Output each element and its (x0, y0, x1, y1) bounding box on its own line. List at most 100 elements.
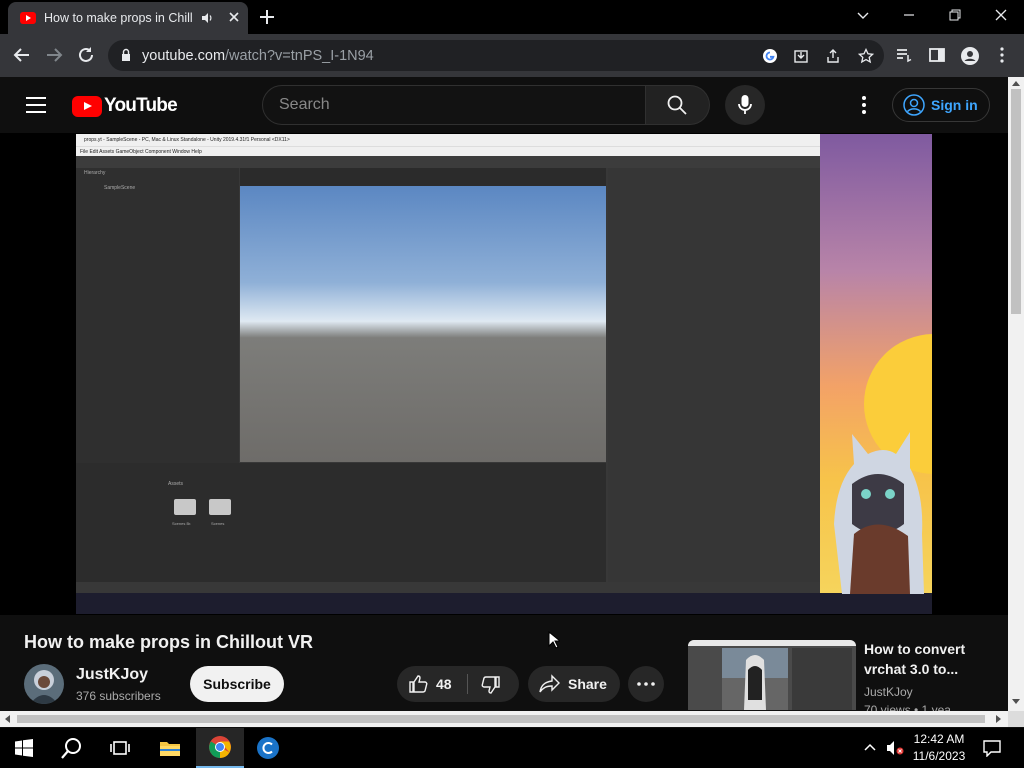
logo-text: YouTube (104, 95, 178, 116)
hamburger-menu-icon[interactable] (26, 96, 46, 114)
like-button[interactable]: 48 (397, 666, 467, 702)
vertical-scroll-thumb[interactable] (1011, 89, 1021, 314)
scene-item: SampleScene (104, 185, 136, 191)
reload-icon[interactable] (77, 46, 95, 64)
dislike-button[interactable] (468, 666, 519, 702)
forward-arrow-icon[interactable] (45, 46, 63, 64)
assets-label: Assets (168, 481, 184, 487)
file-explorer-button[interactable] (146, 728, 194, 768)
folder-label: Scenes Br. (172, 521, 192, 526)
back-arrow-icon[interactable] (13, 46, 31, 64)
side-panel-icon[interactable] (928, 46, 946, 64)
more-actions-button[interactable] (628, 666, 664, 702)
google-lens-icon[interactable] (762, 48, 778, 64)
scroll-up-icon[interactable] (1012, 80, 1020, 86)
horizontal-scroll-thumb[interactable] (17, 715, 985, 723)
volume-muted-icon[interactable] (886, 740, 904, 756)
voice-search-button[interactable] (725, 85, 765, 125)
vtuber-avatar-graphic (834, 432, 924, 594)
subscribe-button[interactable]: Subscribe (190, 666, 284, 702)
taskbar-clock[interactable]: 12:42 AM 11/6/2023 (908, 731, 970, 765)
channel-name[interactable]: JustKJoy (76, 666, 148, 684)
close-window-icon[interactable] (994, 8, 1008, 22)
speaker-icon[interactable] (200, 11, 214, 25)
browser-tab-strip: How to make props in Chillout VR (0, 0, 1024, 34)
recommended-channel: JustKJoy (864, 685, 913, 699)
task-view-icon (110, 741, 130, 755)
search-input[interactable]: Search (262, 85, 646, 125)
chrome-menu-icon[interactable] (996, 46, 1008, 64)
vertical-scrollbar[interactable] (1008, 77, 1024, 711)
like-dislike-bar: 48 (397, 666, 519, 702)
close-tab-icon[interactable] (228, 11, 240, 23)
share-button[interactable]: Share (528, 666, 620, 702)
new-tab-icon[interactable] (258, 8, 276, 26)
recommended-title[interactable]: How to convert vrchat 3.0 to... (864, 639, 1004, 679)
subscriber-count: 376 subscribers (76, 689, 161, 703)
channel-avatar[interactable] (24, 664, 64, 704)
url-host: youtube.com (142, 48, 226, 64)
clock-date: 11/6/2023 (912, 749, 966, 763)
scroll-left-icon[interactable] (4, 715, 10, 723)
share-page-icon[interactable] (825, 48, 841, 64)
lock-icon[interactable] (120, 48, 132, 62)
settings-kebab-icon[interactable] (856, 95, 872, 115)
app-c-icon (257, 737, 279, 759)
address-bar[interactable]: youtube.com/watch?v=tnPS_I-1N94 (108, 40, 884, 71)
thumbs-down-icon (481, 676, 500, 694)
unity-title-bar: props.yt - SampleScene - PC, Mac & Linux… (76, 134, 820, 146)
unity-menu-text: File Edit Assets GameObject Component Wi… (80, 149, 202, 155)
restore-icon[interactable] (948, 8, 962, 22)
unity-toolbar (76, 156, 820, 168)
microphone-icon (738, 95, 752, 114)
install-app-icon[interactable] (793, 48, 809, 64)
windows-logo-icon (15, 739, 33, 757)
notification-icon[interactable] (983, 739, 1001, 757)
share-label: Share (568, 676, 607, 692)
browser-tab[interactable]: How to make props in Chillout VR (8, 2, 248, 34)
hierarchy-label: Hierarchy (84, 170, 106, 176)
scroll-down-icon[interactable] (1012, 699, 1020, 705)
app-c-taskbar-button[interactable] (244, 728, 292, 768)
search-button[interactable] (646, 85, 710, 125)
show-hidden-icons-chevron-icon[interactable] (864, 743, 876, 751)
unity-hierarchy-panel: Hierarchy SampleScene (76, 168, 239, 463)
start-button[interactable] (0, 728, 48, 768)
chrome-taskbar-button[interactable] (196, 728, 244, 768)
video-frame[interactable]: props.yt - SampleScene - PC, Mac & Linux… (76, 134, 932, 614)
mouse-cursor-icon (548, 631, 560, 649)
unity-menu-bar: File Edit Assets GameObject Component Wi… (76, 146, 820, 156)
tab-list-icon[interactable] (895, 46, 913, 64)
folder-label: Scenes (211, 521, 225, 526)
sign-in-label: Sign in (931, 97, 978, 113)
url-path: /watch?v=tnPS_I-1N94 (225, 48, 374, 64)
like-count: 48 (436, 676, 452, 692)
thumbs-up-icon (409, 675, 428, 693)
more-horizontal-icon (637, 682, 655, 686)
scrollbar-corner (1008, 711, 1024, 727)
embedded-taskbar (76, 593, 932, 614)
unity-inspector-panel (608, 168, 820, 582)
task-view-button[interactable] (96, 728, 144, 768)
unity-project-panel: Assets Scenes Br. Scenes (76, 463, 606, 582)
video-title: How to make props in Chillout VR (24, 632, 314, 652)
chrome-icon (209, 736, 231, 758)
youtube-play-icon (72, 95, 102, 117)
sign-in-button[interactable]: Sign in (892, 88, 990, 122)
windows-taskbar: 12:42 AM 11/6/2023 (0, 728, 1024, 768)
url-text[interactable]: youtube.com/watch?v=tnPS_I-1N94 (142, 48, 374, 64)
recommended-thumbnail[interactable] (688, 640, 856, 710)
profile-icon[interactable] (960, 46, 980, 66)
clock-time: 12:42 AM (913, 732, 965, 746)
minimize-icon[interactable] (902, 8, 916, 22)
youtube-logo[interactable]: YouTube (72, 95, 178, 117)
account-icon (903, 94, 925, 116)
folder-icon (209, 499, 231, 515)
search-icon (667, 95, 687, 115)
tab-search-chevron-icon[interactable] (856, 8, 870, 22)
taskbar-search-button[interactable] (48, 728, 96, 768)
horizontal-scrollbar[interactable] (0, 711, 1008, 727)
bookmark-star-icon[interactable] (858, 48, 874, 64)
folder-icon (160, 742, 180, 756)
scroll-right-icon[interactable] (996, 715, 1002, 723)
